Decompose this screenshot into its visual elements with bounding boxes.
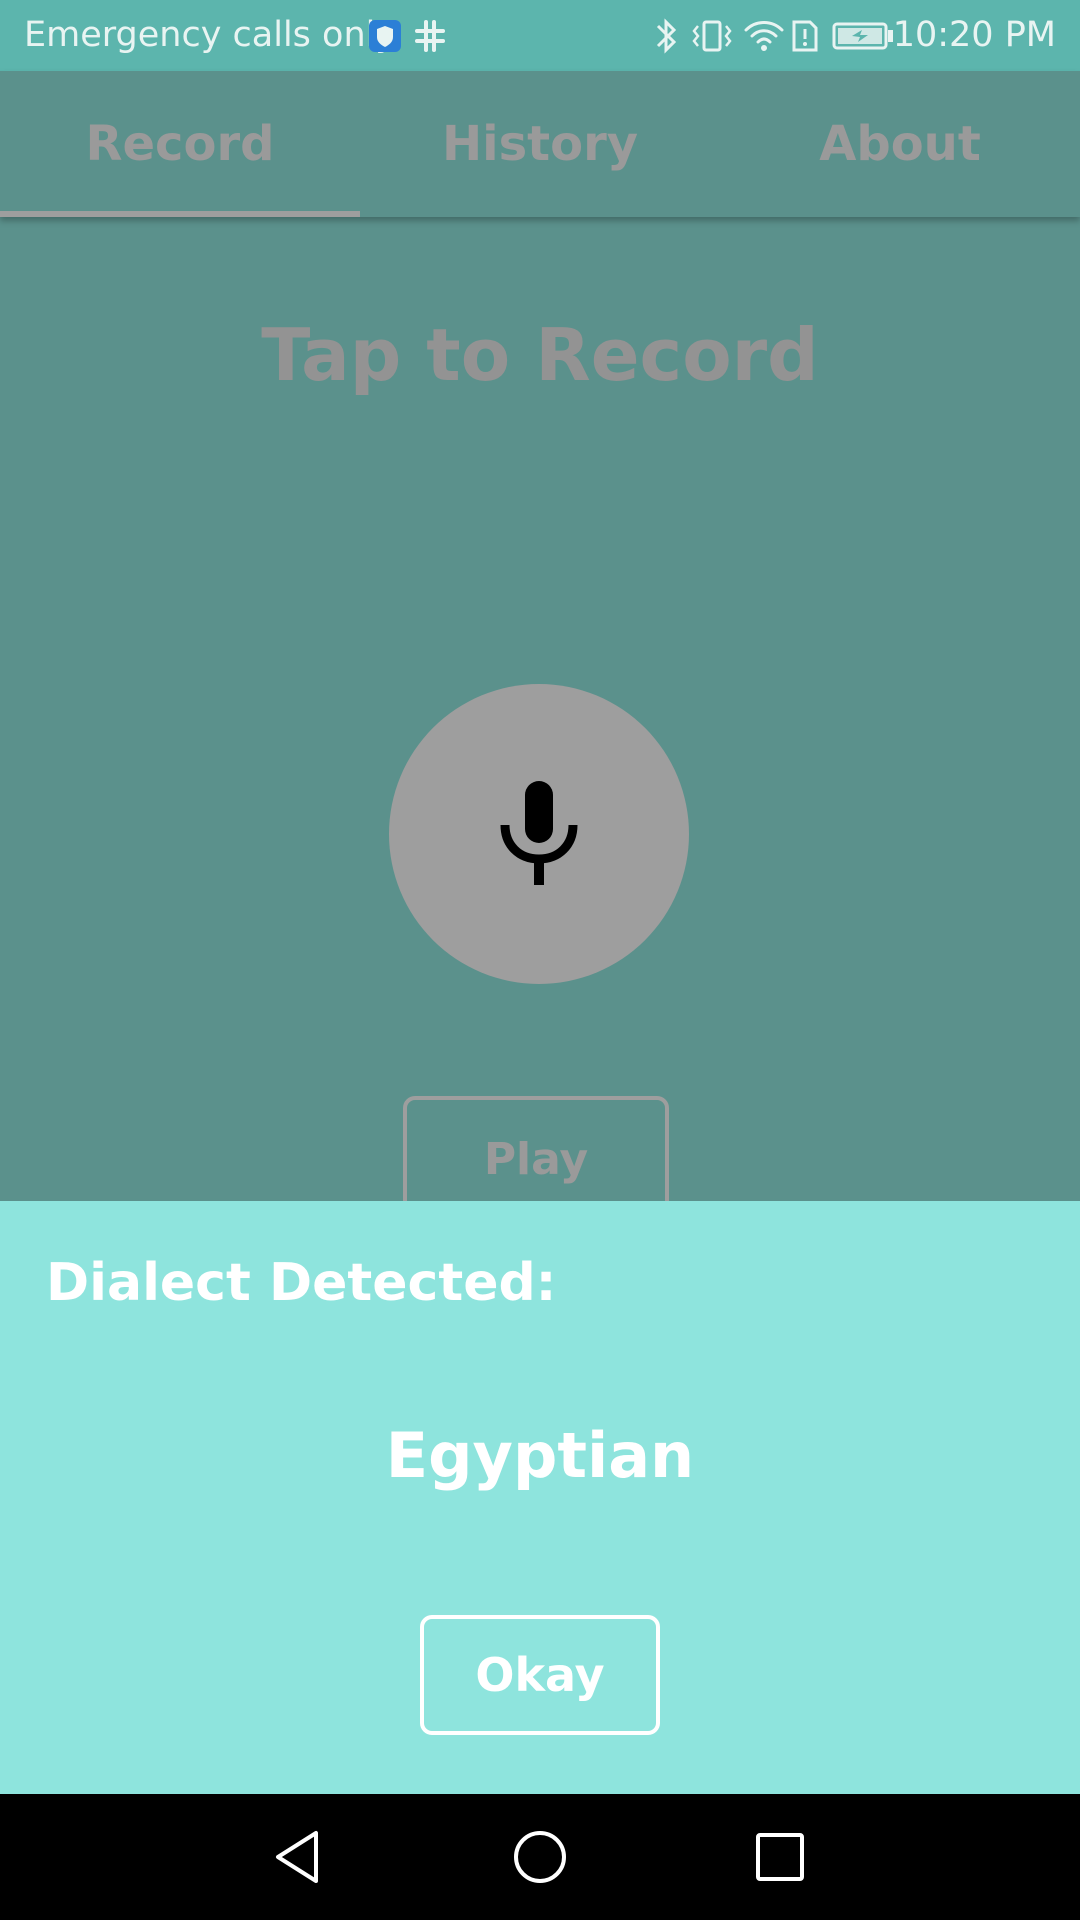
battery-charging-icon bbox=[832, 22, 893, 50]
wifi-icon bbox=[744, 21, 784, 51]
tab-indicator bbox=[0, 211, 360, 217]
recents-button[interactable] bbox=[740, 1817, 820, 1897]
carrier-text: Emergency calls only bbox=[24, 15, 397, 55]
home-icon bbox=[514, 1831, 566, 1883]
back-button[interactable] bbox=[260, 1817, 340, 1897]
recents-icon bbox=[756, 1833, 804, 1881]
tab-bar: Record History About bbox=[0, 71, 1080, 217]
dialect-dialog: Dialect Detected: Egyptian Okay bbox=[0, 1201, 1080, 1794]
slack-icon bbox=[415, 20, 445, 52]
microphone-icon bbox=[500, 781, 578, 885]
status-time: 10:20 PM bbox=[892, 15, 1056, 55]
shield-icon bbox=[369, 20, 401, 52]
back-icon bbox=[276, 1831, 318, 1883]
tab-history[interactable]: History bbox=[360, 71, 720, 217]
dialog-title: Dialect Detected: bbox=[46, 1253, 557, 1313]
page-title: Tap to Record bbox=[261, 313, 819, 397]
okay-button[interactable]: Okay bbox=[420, 1615, 660, 1735]
navigation-bar bbox=[0, 1794, 1080, 1920]
tab-about[interactable]: About bbox=[720, 71, 1080, 217]
vibrate-icon bbox=[692, 20, 732, 52]
tab-record[interactable]: Record bbox=[0, 71, 360, 217]
status-bar: Emergency calls only 10:20 PM bbox=[0, 0, 1080, 71]
home-button[interactable] bbox=[500, 1817, 580, 1897]
bluetooth-icon bbox=[656, 18, 677, 54]
sim-alert-icon bbox=[792, 20, 818, 52]
record-button[interactable] bbox=[389, 684, 689, 984]
dialect-result: Egyptian bbox=[385, 1419, 695, 1492]
